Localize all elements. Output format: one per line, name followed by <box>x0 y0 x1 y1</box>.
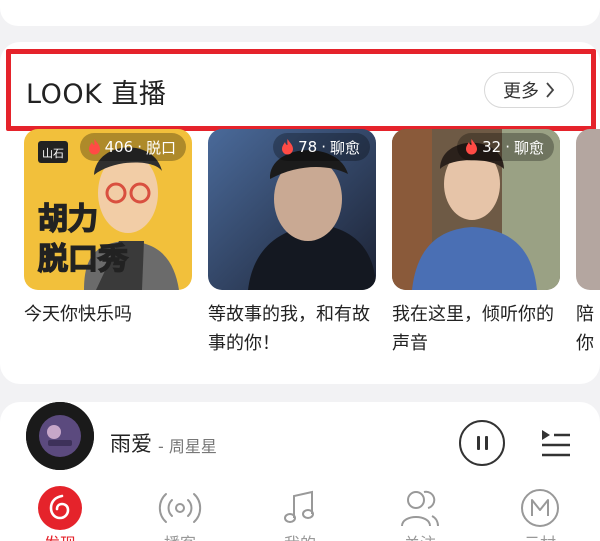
more-label: 更多 <box>503 81 539 102</box>
live-title[interactable]: 陪你 <box>576 300 600 358</box>
audience-badge: 32 · 聊愈 <box>457 133 554 161</box>
svg-text:脱口秀: 脱口秀 <box>38 242 128 277</box>
podcast-icon <box>158 493 202 523</box>
audience-count: 406 <box>104 138 134 156</box>
live-category: 聊愈 <box>513 138 544 157</box>
live-thumbnail[interactable]: 山石 胡力 脱口秀 406 · 脱口 <box>24 129 192 290</box>
live-item[interactable]: 山石 胡力 脱口秀 406 · 脱口 今天你快乐吗 <box>24 129 192 329</box>
live-category: 聊愈 <box>329 138 360 157</box>
pause-icon <box>476 436 480 450</box>
live-thumbnail[interactable]: 32 · 聊愈 <box>392 129 560 290</box>
more-button[interactable]: 更多 <box>484 72 574 108</box>
live-item[interactable]: 32 · 聊愈 我在这里，倾听你的声音 <box>392 129 560 358</box>
tab-discover[interactable]: 发现 <box>30 486 90 541</box>
live-title[interactable]: 我在这里，倾听你的声音 <box>392 300 562 358</box>
follow-icon <box>401 490 439 527</box>
live-category: 脱口 <box>145 138 176 157</box>
flame-icon <box>282 139 294 155</box>
live-thumbnail[interactable]: 78 · 聊愈 <box>208 129 376 290</box>
live-thumbnail[interactable] <box>576 129 600 290</box>
flame-icon <box>88 139 100 155</box>
tab-label: 关注 <box>390 530 450 541</box>
tab-podcast[interactable]: 播客 <box>150 486 210 541</box>
album-cover[interactable] <box>26 402 94 470</box>
discover-icon <box>38 486 82 530</box>
previous-section-card <box>0 0 600 26</box>
tab-label: 云村 <box>510 530 570 541</box>
album-art-icon <box>26 402 94 470</box>
audience-count: 32 <box>482 138 502 156</box>
chevron-right-icon <box>546 82 555 98</box>
tab-cloud-village[interactable]: 云村 <box>510 486 570 541</box>
music-note-icon <box>284 490 314 523</box>
live-item[interactable]: 陪你 <box>576 129 600 358</box>
tab-label: 我的 <box>270 530 330 541</box>
live-title[interactable]: 今天你快乐吗 <box>24 300 194 329</box>
tab-label: 发现 <box>30 530 90 541</box>
audience-badge: 78 · 聊愈 <box>273 133 370 161</box>
song-artist: - 周星星 <box>158 437 217 456</box>
cloud-village-icon <box>521 489 559 527</box>
audience-count: 78 <box>298 138 318 156</box>
flame-icon <box>466 139 478 155</box>
pause-button[interactable] <box>459 420 505 466</box>
playlist-icon[interactable] <box>538 425 572 459</box>
tab-label: 播客 <box>150 530 210 541</box>
song-title: 雨爱 <box>110 432 152 456</box>
tab-mine[interactable]: 我的 <box>270 486 330 541</box>
svg-text:山石: 山石 <box>42 147 64 160</box>
tab-follow[interactable]: 关注 <box>390 486 450 541</box>
svg-text:胡力: 胡力 <box>38 202 98 237</box>
audience-badge: 406 · 脱口 <box>79 133 186 161</box>
live-item[interactable]: 78 · 聊愈 等故事的我，和有故事的你！ <box>208 129 376 358</box>
section-title: LOOK 直播 <box>26 79 167 110</box>
live-title[interactable]: 等故事的我，和有故事的你！ <box>208 300 378 358</box>
